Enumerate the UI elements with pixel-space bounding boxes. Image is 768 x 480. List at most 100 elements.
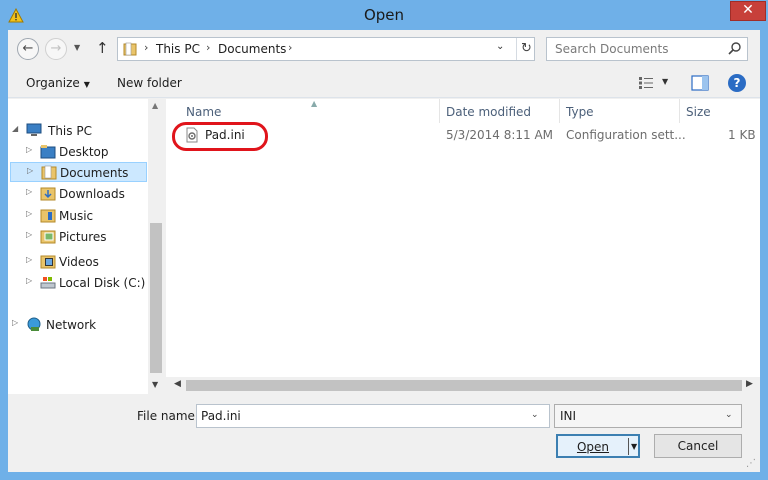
up-button[interactable]: ↑ [96,39,109,57]
title-bar[interactable]: Open ✕ [0,0,768,30]
open-label: Open [576,440,610,454]
file-name-value: Pad.ini [201,409,241,423]
collapsed-arrow-icon[interactable]: ▷ [26,230,32,239]
tree-label: Pictures [59,230,107,244]
folder-icon [40,209,56,223]
file-date: 5/3/2014 8:11 AM [446,128,554,142]
forward-button[interactable]: → [45,38,67,60]
file-list: ▲ Name Date modified Type Size Pad.ini 5… [166,99,760,394]
collapsed-arrow-icon[interactable]: ▷ [26,145,32,154]
view-dropdown-icon[interactable]: ▼ [662,77,668,86]
drive-icon [40,277,56,289]
network-icon [27,317,41,331]
breadcrumb-documents[interactable]: Documents [218,42,286,56]
chevron-down-icon[interactable]: ⌄ [725,410,733,420]
open-button[interactable]: Open ▼ [556,434,640,458]
tree-item-music[interactable]: ▷ Music [26,206,146,226]
address-bar[interactable]: › This PC › Documents › ⌄ ↻ [117,37,535,61]
organize-button[interactable]: Organize ▼ [26,76,90,90]
collapsed-arrow-icon[interactable]: ▷ [26,187,32,196]
collapsed-arrow-icon[interactable]: ▷ [26,209,32,218]
breadcrumb-this-pc[interactable]: This PC [156,42,200,56]
command-bar: Organize ▼ New folder ▼ ? [8,68,760,98]
address-dropdown-icon[interactable]: ⌄ [496,41,504,52]
search-icon[interactable] [727,41,743,57]
pc-icon [26,123,42,136]
scroll-right-icon[interactable]: ▶ [746,379,753,389]
folder-icon [40,255,56,269]
column-divider[interactable] [559,99,560,123]
cancel-button[interactable]: Cancel [654,434,742,458]
tree-label: Videos [59,255,99,269]
breadcrumb-separator: › [288,41,293,54]
column-header-size[interactable]: Size [686,105,711,125]
tree-label: Desktop [59,145,109,159]
column-header-type[interactable]: Type [566,105,594,125]
tree-item-documents[interactable]: ▷ Documents [10,162,147,182]
tree-item-network[interactable]: ▷ Network [12,315,142,335]
tree-item-pictures[interactable]: ▷ Pictures [26,227,146,247]
chevron-down-icon[interactable]: ⌄ [531,410,539,420]
folder-icon [41,165,57,180]
scroll-thumb[interactable] [186,380,742,391]
expanded-arrow-icon[interactable]: ◢ [12,124,18,133]
horizontal-scrollbar[interactable]: ◀ ▶ [166,377,760,394]
tree-label: This PC [48,124,92,138]
open-dialog: Open ✕ ← → ▼ ↑ › This PC › Documents › ⌄… [0,0,768,480]
tree-item-downloads[interactable]: ▷ Downloads [26,184,146,204]
column-divider[interactable] [439,99,440,123]
nav-scrollbar[interactable]: ▲ ▼ [148,99,164,394]
scroll-up-icon[interactable]: ▲ [152,101,158,110]
folder-icon [123,42,137,56]
breadcrumb-separator: › [206,41,211,54]
highlight-annotation [172,122,268,151]
file-size: 1 KB [728,128,756,142]
close-button[interactable]: ✕ [730,1,766,21]
dialog-client: ← → ▼ ↑ › This PC › Documents › ⌄ ↻ Sear… [8,30,760,472]
help-icon[interactable]: ? [728,74,746,92]
sort-ascending-icon: ▲ [311,99,318,108]
scroll-down-icon[interactable]: ▼ [152,380,158,389]
tree-item-desktop[interactable]: ▷ Desktop [26,142,146,162]
chevron-down-icon[interactable]: ▼ [631,436,637,458]
split-divider [628,438,629,455]
recent-locations-button[interactable]: ▼ [74,43,80,52]
file-type: Configuration sett... [566,128,686,142]
column-header-date[interactable]: Date modified [446,105,531,125]
back-button[interactable]: ← [17,38,39,60]
organize-label: Organize [26,76,80,90]
file-name-input[interactable]: Pad.ini ⌄ [196,404,550,428]
collapsed-arrow-icon[interactable]: ▷ [12,318,18,327]
collapsed-arrow-icon[interactable]: ▷ [27,166,33,175]
change-view-icon[interactable] [638,76,654,90]
file-type-value: INI [560,409,577,423]
chevron-down-icon: ▼ [83,80,90,89]
tree-label: Downloads [59,187,125,201]
refresh-button[interactable]: ↻ [516,38,536,60]
scroll-left-icon[interactable]: ◀ [174,379,181,389]
collapsed-arrow-icon[interactable]: ▷ [26,255,32,264]
search-placeholder: Search Documents [555,42,669,56]
new-folder-button[interactable]: New folder [117,76,182,90]
folder-icon [40,187,56,201]
tree-item-this-pc[interactable]: ◢ This PC [12,121,142,141]
tree-label: Local Disk (C:) [59,276,146,290]
scroll-thumb[interactable] [150,223,162,373]
search-input[interactable]: Search Documents [546,37,748,61]
breadcrumb-separator: › [144,41,149,54]
collapsed-arrow-icon[interactable]: ▷ [26,276,32,285]
column-divider[interactable] [679,99,680,123]
file-name-label: File name: [137,409,199,423]
navigation-pane: ◢ This PC ▷ Desktop ▷ Documents ▷ Downlo… [8,99,164,394]
window-title: Open [363,6,405,24]
file-type-select[interactable]: INI ⌄ [554,404,742,428]
tree-label: Documents [60,166,129,180]
folder-icon [40,230,56,244]
folder-icon [40,145,56,159]
tree-item-videos[interactable]: ▷ Videos [26,252,146,272]
preview-pane-icon[interactable] [691,75,709,91]
tree-label: Music [59,209,94,223]
tree-item-local-disk[interactable]: ▷ Local Disk (C:) [26,273,146,293]
resize-grip-icon[interactable]: ⋰ [746,458,756,469]
tree-label: Network [46,318,97,332]
